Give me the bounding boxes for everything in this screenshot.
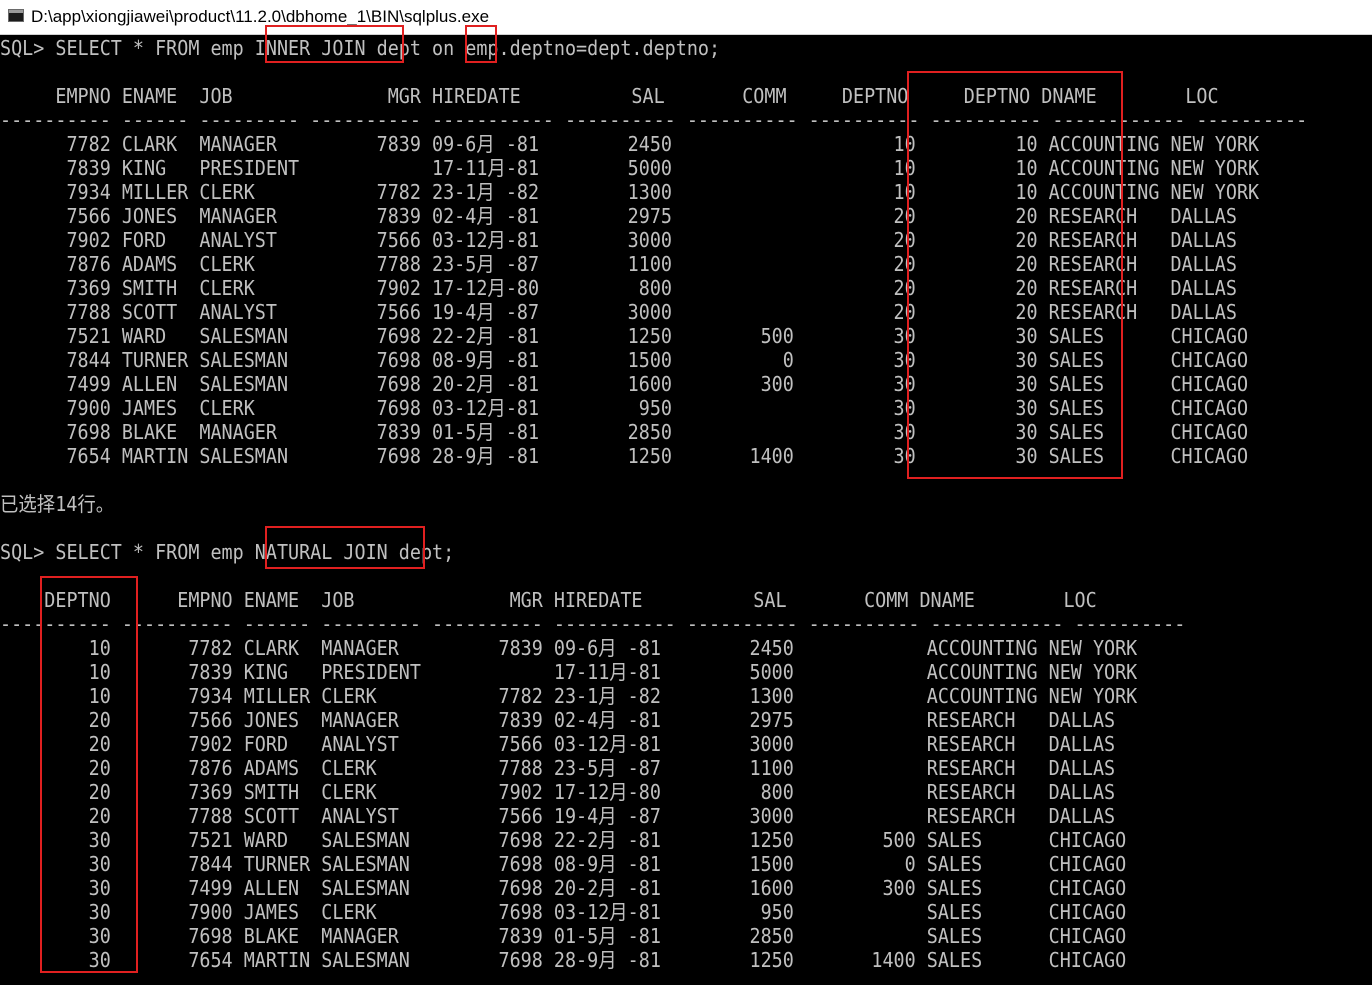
console-line-row: 30 7698 BLAKE MANAGER 7839 01-5月 -81 285… <box>0 924 1127 948</box>
console-line-row: 10 7934 MILLER CLERK 7782 23-1月 -82 1300… <box>0 684 1138 708</box>
console-line-row: 7654 MARTIN SALESMAN 7698 28-9月 -81 1250… <box>0 444 1249 468</box>
console-line-row: 7369 SMITH CLERK 7902 17-12月-80 800 20 2… <box>0 276 1237 300</box>
console-line-row: 20 7788 SCOTT ANALYST 7566 19-4月 -87 300… <box>0 804 1116 828</box>
console-line-rows-selected: 已选择14行。 <box>0 492 115 516</box>
console-line-separator: ---------- ------ --------- ---------- -… <box>0 108 1308 132</box>
console-line-header: DEPTNO EMPNO ENAME JOB MGR HIREDATE SAL … <box>0 588 1097 612</box>
console-line-row: 10 7839 KING PRESIDENT 17-11月-81 5000 AC… <box>0 660 1138 684</box>
console-line-row: 30 7499 ALLEN SALESMAN 7698 20-2月 -81 16… <box>0 876 1127 900</box>
console-line-row: 20 7566 JONES MANAGER 7839 02-4月 -81 297… <box>0 708 1116 732</box>
console-line-row: 30 7654 MARTIN SALESMAN 7698 28-9月 -81 1… <box>0 948 1127 972</box>
console-line-row: 7499 ALLEN SALESMAN 7698 20-2月 -81 1600 … <box>0 372 1249 396</box>
console-line-sql-natural-join: SQL> SELECT * FROM emp NATURAL JOIN dept… <box>0 540 455 564</box>
console-line-row: 7521 WARD SALESMAN 7698 22-2月 -81 1250 5… <box>0 324 1249 348</box>
console-line-row: 7902 FORD ANALYST 7566 03-12月-81 3000 20… <box>0 228 1237 252</box>
console-line-row: 20 7876 ADAMS CLERK 7788 23-5月 -87 1100 … <box>0 756 1116 780</box>
console-line-row: 30 7900 JAMES CLERK 7698 03-12月-81 950 S… <box>0 900 1127 924</box>
console-line-row: 20 7369 SMITH CLERK 7902 17-12月-80 800 R… <box>0 780 1116 804</box>
console-line-sql-inner-join: SQL> SELECT * FROM emp INNER JOIN dept o… <box>0 36 721 60</box>
console-line-row: 30 7521 WARD SALESMAN 7698 22-2月 -81 125… <box>0 828 1127 852</box>
console-line-row: 7839 KING PRESIDENT 17-11月-81 5000 10 10… <box>0 156 1260 180</box>
console-line-row: 20 7902 FORD ANALYST 7566 03-12月-81 3000… <box>0 732 1116 756</box>
console-line-header: EMPNO ENAME JOB MGR HIREDATE SAL COMM DE… <box>0 84 1219 108</box>
console-line-row: 7876 ADAMS CLERK 7788 23-5月 -87 1100 20 … <box>0 252 1237 276</box>
console-line-row: 7698 BLAKE MANAGER 7839 01-5月 -81 2850 3… <box>0 420 1249 444</box>
console-line-row: 7788 SCOTT ANALYST 7566 19-4月 -87 3000 2… <box>0 300 1237 324</box>
console-output[interactable]: SQL> SELECT * FROM emp INNER JOIN dept o… <box>0 0 1372 985</box>
console-line-row: 10 7782 CLARK MANAGER 7839 09-6月 -81 245… <box>0 636 1138 660</box>
console-line-separator: ---------- ---------- ------ --------- -… <box>0 612 1186 636</box>
console-line-row: 7566 JONES MANAGER 7839 02-4月 -81 2975 2… <box>0 204 1237 228</box>
console-line-row: 7900 JAMES CLERK 7698 03-12月-81 950 30 3… <box>0 396 1249 420</box>
console-line-row: 7934 MILLER CLERK 7782 23-1月 -82 1300 10… <box>0 180 1260 204</box>
console-line-row: 7844 TURNER SALESMAN 7698 08-9月 -81 1500… <box>0 348 1249 372</box>
console-line-row: 30 7844 TURNER SALESMAN 7698 08-9月 -81 1… <box>0 852 1127 876</box>
console-line-row: 7782 CLARK MANAGER 7839 09-6月 -81 2450 1… <box>0 132 1260 156</box>
